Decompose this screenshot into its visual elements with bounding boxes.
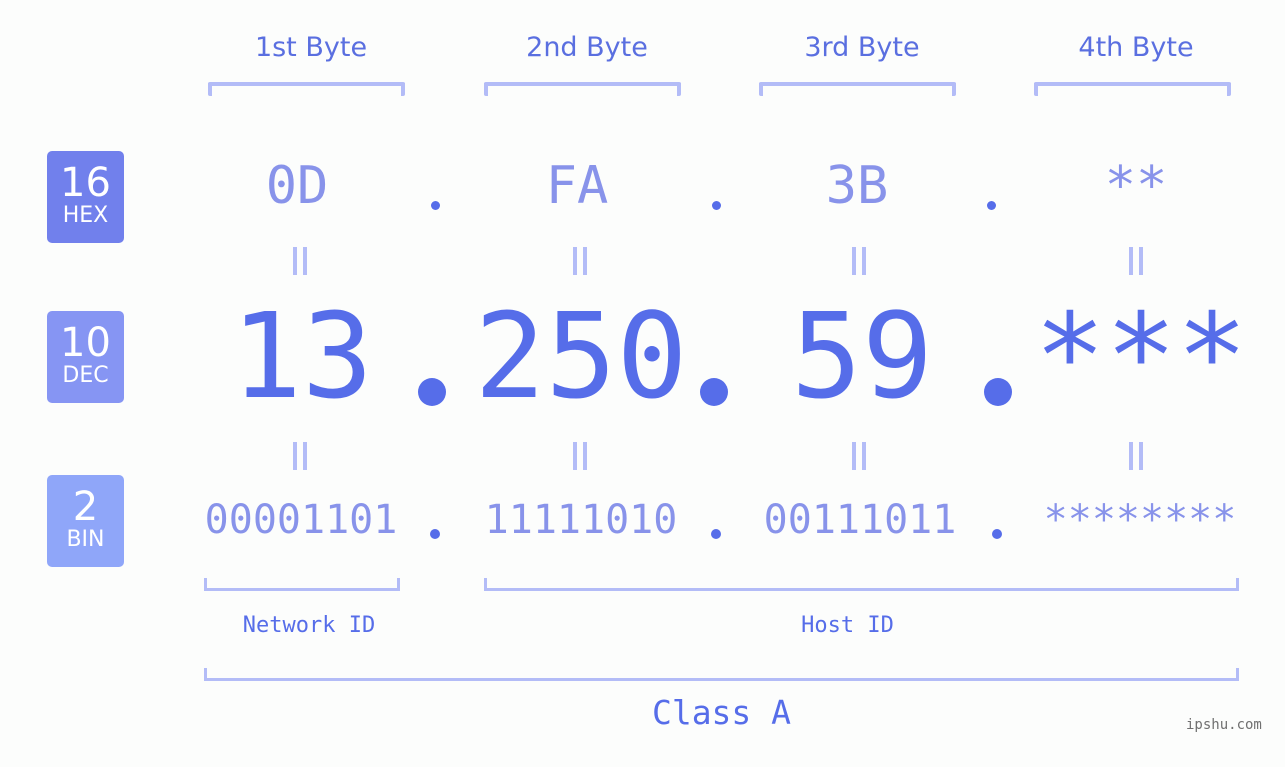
equals-vertical-icon xyxy=(293,247,307,275)
byte-bracket-4 xyxy=(1034,82,1231,96)
equals-vertical-icon xyxy=(852,247,866,275)
hex-byte-3: 3B xyxy=(825,156,889,216)
host-id-label: Host ID xyxy=(801,613,894,638)
hex-byte-2: FA xyxy=(545,156,609,216)
equals-vertical-icon xyxy=(573,247,587,275)
byte-bracket-3 xyxy=(759,82,956,96)
dec-byte-2: 250 xyxy=(474,287,688,425)
dec-badge-number: 10 xyxy=(60,320,111,366)
hex-badge-label: HEX xyxy=(62,203,109,228)
bin-badge: 2 BIN xyxy=(47,475,124,567)
equals-vertical-icon xyxy=(1129,247,1143,275)
bin-badge-label: BIN xyxy=(66,527,105,552)
network-id-bracket xyxy=(204,578,400,591)
dec-separator-dot-3 xyxy=(984,378,1012,406)
bin-byte-2: 11111010 xyxy=(484,497,678,543)
bin-separator-dot-1 xyxy=(430,529,440,539)
hex-separator-dot-3 xyxy=(987,201,996,210)
equals-vertical-icon xyxy=(852,442,866,470)
hex-separator-dot-1 xyxy=(431,201,440,210)
byte-header-2: 2nd Byte xyxy=(526,32,648,63)
dec-badge-label: DEC xyxy=(62,363,109,388)
dec-byte-3: 59 xyxy=(790,287,934,425)
watermark: ipshu.com xyxy=(1186,717,1262,733)
bin-byte-3: 00111011 xyxy=(763,497,957,543)
dec-byte-1: 13 xyxy=(230,287,374,425)
hex-separator-dot-2 xyxy=(712,201,721,210)
hex-badge-number: 16 xyxy=(60,160,111,206)
class-bracket xyxy=(204,668,1239,681)
network-id-label: Network ID xyxy=(242,613,376,638)
hex-byte-1: 0D xyxy=(265,156,329,216)
host-id-bracket xyxy=(484,578,1239,591)
bin-separator-dot-3 xyxy=(992,529,1002,539)
byte-header-3: 3rd Byte xyxy=(804,32,920,63)
equals-vertical-icon xyxy=(293,442,307,470)
hex-badge: 16 HEX xyxy=(47,151,124,243)
bin-badge-number: 2 xyxy=(72,484,99,530)
dec-badge: 10 DEC xyxy=(47,311,124,403)
bin-byte-4: ******** xyxy=(1043,497,1237,543)
byte-header-4: 4th Byte xyxy=(1078,32,1194,63)
byte-bracket-2 xyxy=(484,82,681,96)
hex-byte-4: ** xyxy=(1104,156,1168,216)
byte-bracket-1 xyxy=(208,82,405,96)
dec-separator-dot-2 xyxy=(700,378,728,406)
equals-vertical-icon xyxy=(573,442,587,470)
class-label: Class A xyxy=(651,693,792,732)
byte-header-1: 1st Byte xyxy=(254,32,368,63)
dec-byte-4: *** xyxy=(1034,287,1248,425)
dec-separator-dot-1 xyxy=(418,378,446,406)
equals-vertical-icon xyxy=(1129,442,1143,470)
bin-byte-1: 00001101 xyxy=(204,497,398,543)
bin-separator-dot-2 xyxy=(711,529,721,539)
